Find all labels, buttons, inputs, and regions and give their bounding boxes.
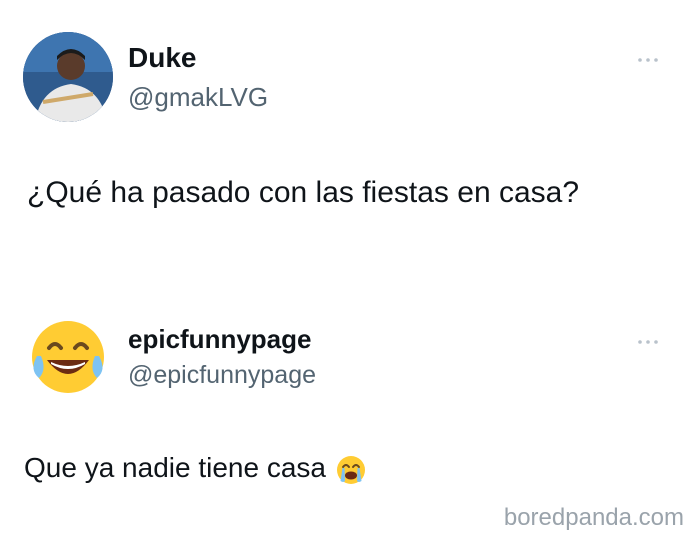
more-dots-icon[interactable] xyxy=(636,55,660,65)
tweet-epicfunnypage[interactable]: epicfunnypage @epicfunnypage Que ya nadi… xyxy=(0,290,700,510)
tweet-text-row: Que ya nadie tiene casa xyxy=(24,450,368,487)
user-handle[interactable]: @epicfunnypage xyxy=(128,360,316,390)
avatar[interactable] xyxy=(23,32,113,122)
more-dots-icon[interactable] xyxy=(636,337,660,347)
tweet-duke[interactable]: Duke @gmakLVG ¿Qué ha pasado con las fie… xyxy=(0,0,700,270)
display-name[interactable]: Duke xyxy=(128,42,196,74)
tweet-text: ¿Qué ha pasado con las fiestas en casa? xyxy=(27,176,580,209)
user-handle[interactable]: @gmakLVG xyxy=(128,82,268,112)
tears-of-joy-emoji[interactable] xyxy=(23,312,113,402)
watermark: boredpanda.com xyxy=(503,504,684,531)
display-name[interactable]: epicfunnypage xyxy=(128,323,311,355)
tweet-text: Que ya nadie tiene casa xyxy=(24,452,326,483)
avatar-photo xyxy=(23,32,113,122)
loudly-crying-emoji xyxy=(334,453,368,487)
